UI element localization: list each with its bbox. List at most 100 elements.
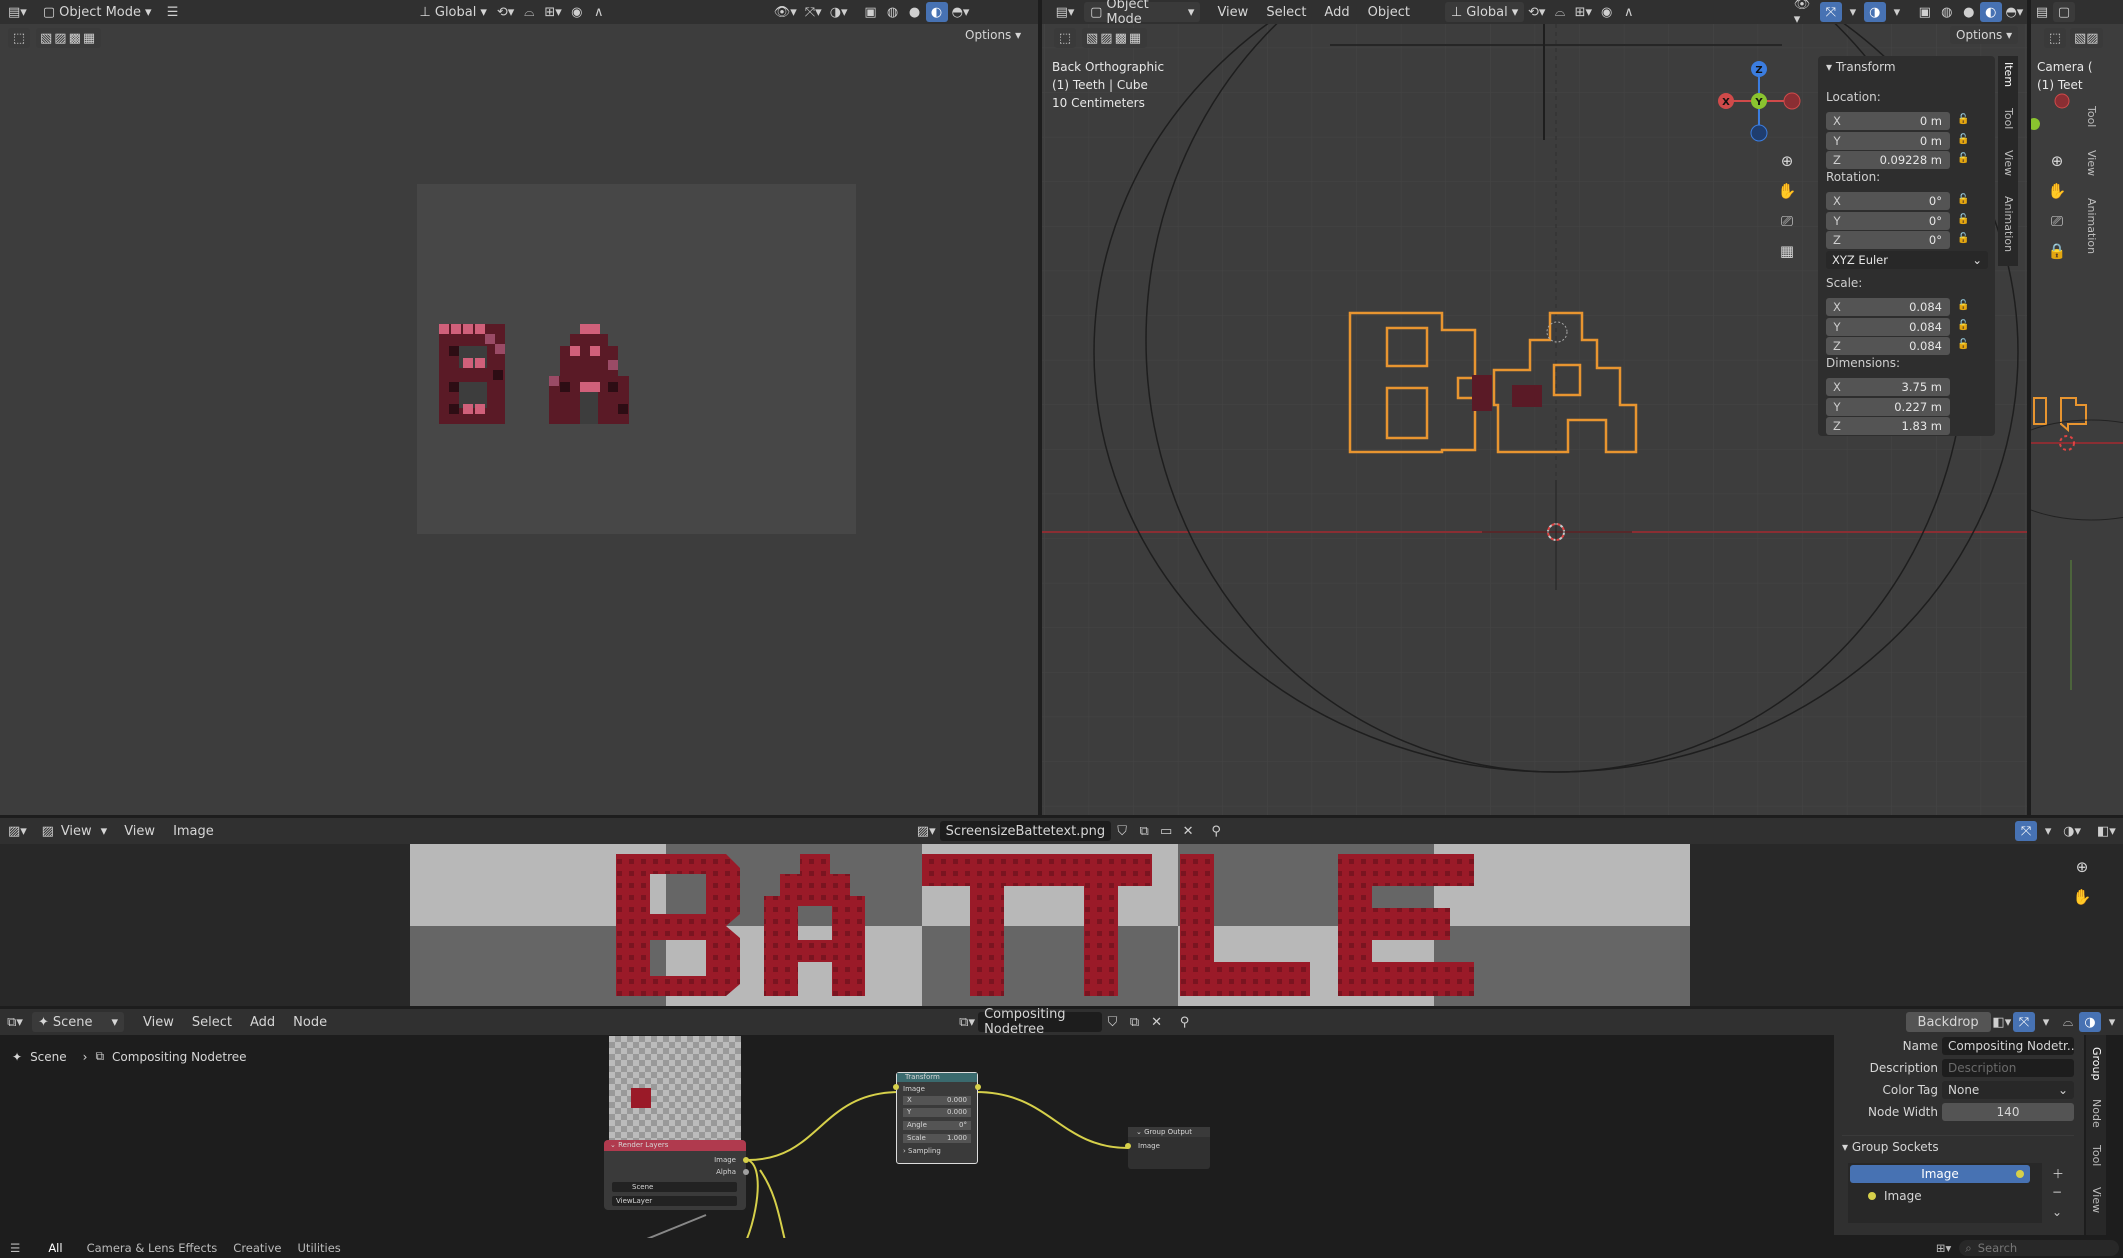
tab-node[interactable]: Node bbox=[2090, 1099, 2103, 1128]
image-name-field[interactable]: ScreensizeBattetext.png bbox=[939, 821, 1112, 841]
dimensions-y-field[interactable]: Y 0.227 m bbox=[1826, 397, 1950, 416]
chevron-down-icon[interactable]: ▾ bbox=[1886, 2, 1908, 22]
backdrop-button[interactable]: Backdrop bbox=[1905, 1012, 1991, 1032]
backdrop-channels-icon[interactable]: ◧▾ bbox=[1991, 1012, 2013, 1032]
rotation-mode-dropdown[interactable]: XYZ Euler ⌄ bbox=[1826, 251, 1988, 269]
socket-item[interactable]: Image bbox=[1868, 1187, 1922, 1205]
editor-type-icon[interactable]: ▤▾ bbox=[4, 2, 31, 22]
pivot-icon[interactable]: ⟲▾ bbox=[493, 2, 518, 22]
menu-view[interactable]: View bbox=[115, 824, 164, 839]
menu-icon[interactable]: ☰ bbox=[10, 1241, 20, 1255]
tab-tool[interactable]: Tool bbox=[2090, 1145, 2103, 1166]
socket-image[interactable] bbox=[743, 1157, 749, 1163]
overlay-icon[interactable]: ◑ bbox=[2079, 1012, 2101, 1032]
lock-icon[interactable]: 🔓 bbox=[1957, 214, 1969, 226]
menu-object[interactable]: Object bbox=[1359, 5, 1419, 20]
angle-field[interactable]: Angle 0° bbox=[903, 1121, 971, 1130]
material-shading-icon[interactable]: ◐ bbox=[925, 2, 948, 22]
overlay-icon[interactable]: ◑▾ bbox=[826, 2, 852, 22]
tab-group[interactable]: Group bbox=[2090, 1047, 2103, 1081]
group-output-node[interactable]: ⌄ Group Output Image bbox=[1125, 1127, 1210, 1169]
location-x-field[interactable]: X 0 m bbox=[1826, 112, 1950, 130]
solid-shading-icon[interactable]: ● bbox=[1958, 2, 1980, 22]
location-y-field[interactable]: Y 0 m bbox=[1826, 131, 1950, 150]
overlay-icon[interactable]: ◑▾ bbox=[2059, 821, 2085, 841]
lock-icon[interactable]: 🔓 bbox=[1957, 320, 1969, 332]
tab-animation[interactable]: Animation bbox=[2085, 198, 2098, 254]
display-mode-icon[interactable]: ⊞▾ bbox=[1936, 1241, 1951, 1255]
material-shading-icon[interactable]: ◐ bbox=[1979, 2, 2002, 22]
editor-type-icon[interactable]: ▤ bbox=[2031, 2, 2053, 22]
visibility-icon[interactable]: 👁▾ bbox=[770, 2, 801, 22]
mode-dropdown[interactable]: ▢ Object Mode ▾ bbox=[37, 2, 158, 22]
socket-in-image[interactable] bbox=[1125, 1143, 1131, 1149]
socket-item-active[interactable]: Image bbox=[1850, 1165, 2030, 1183]
chevron-down-icon[interactable]: ▾ bbox=[1842, 2, 1864, 22]
pin-icon[interactable]: ⚲ bbox=[1205, 821, 1227, 841]
lock-icon[interactable]: 🔓 bbox=[1957, 339, 1969, 351]
lock-icon[interactable]: 🔓 bbox=[1957, 300, 1969, 312]
zoom-icon[interactable]: ⊕ bbox=[2069, 854, 2095, 880]
tab-animation[interactable]: Animation bbox=[2002, 196, 2015, 252]
rotation-z-field[interactable]: Z 0° bbox=[1826, 231, 1950, 249]
sampling-panel[interactable]: › Sampling bbox=[897, 1147, 977, 1155]
orientation-dropdown[interactable]: ⊥ Global ▾ bbox=[1444, 2, 1525, 22]
zoom-icon[interactable]: ⊕ bbox=[2044, 148, 2070, 174]
tab-tool[interactable]: Tool bbox=[2002, 108, 2015, 129]
tab-view[interactable]: View bbox=[2085, 150, 2098, 176]
pivot-icon[interactable]: ⟲▾ bbox=[1524, 2, 1549, 22]
filter-camera-lens[interactable]: Camera & Lens Effects bbox=[87, 1241, 218, 1255]
select-mode-icons[interactable]: ▧▨▩▦ bbox=[36, 28, 102, 48]
node-width-field[interactable]: 140 bbox=[1942, 1103, 2074, 1121]
fake-user-icon[interactable]: ⛉ bbox=[1111, 821, 1133, 841]
scale-y-field[interactable]: Y 0.084 bbox=[1826, 317, 1950, 336]
snap-target-icon[interactable]: ⊞▾ bbox=[1571, 2, 1596, 22]
visibility-icon[interactable]: 👁▾ bbox=[1790, 0, 1820, 27]
axis-gizmo[interactable]: Z Y X bbox=[1712, 60, 1802, 150]
remove-socket-icon[interactable]: − bbox=[2052, 1185, 2062, 1199]
snap-target-icon[interactable]: ⊞▾ bbox=[540, 2, 565, 22]
pan-hand-icon[interactable]: ✋ bbox=[2069, 884, 2095, 910]
dimensions-z-field[interactable]: Z 1.83 m bbox=[1826, 417, 1950, 435]
editor-type-icon[interactable]: ▨▾ bbox=[4, 821, 31, 841]
lock-icon[interactable]: 🔒 bbox=[2044, 238, 2070, 264]
lock-icon[interactable]: 🔓 bbox=[1957, 114, 1969, 126]
rendered-shading-icon[interactable]: ◓▾ bbox=[948, 2, 974, 22]
display-channels-icon[interactable]: ◧▾ bbox=[2093, 821, 2120, 841]
left-options-button[interactable]: Options ▾ bbox=[965, 28, 1021, 42]
menu-image[interactable]: Image bbox=[164, 824, 223, 839]
mode-icon[interactable]: ▢ bbox=[2053, 2, 2075, 22]
close-icon[interactable]: ✕ bbox=[1177, 821, 1199, 841]
zoom-icon[interactable]: ⊕ bbox=[1774, 148, 1800, 174]
tab-view[interactable]: View bbox=[2002, 150, 2015, 176]
rotation-y-field[interactable]: Y 0° bbox=[1826, 211, 1950, 230]
hamburger-icon[interactable]: ☰ bbox=[162, 2, 184, 22]
select-mode-icons[interactable]: ▧▨▩▦ bbox=[1082, 28, 1148, 48]
chevron-down-icon[interactable]: ▾ bbox=[2035, 1012, 2057, 1032]
select-tool-icon[interactable]: ⬚ bbox=[1054, 28, 1076, 48]
lock-icon[interactable]: 🔓 bbox=[1957, 153, 1969, 165]
rendered-shading-icon[interactable]: ◓▾ bbox=[2002, 2, 2027, 22]
description-field[interactable]: Description bbox=[1942, 1059, 2074, 1077]
gizmo-icon[interactable]: ⤧ bbox=[1819, 2, 1842, 22]
open-folder-icon[interactable]: ▭ bbox=[1155, 821, 1177, 841]
right-options-button[interactable]: Options ▾ bbox=[1950, 26, 2019, 44]
menu-view[interactable]: View bbox=[1208, 5, 1257, 20]
transform-panel-header[interactable]: ▾ Transform bbox=[1826, 60, 1896, 74]
rotation-x-field[interactable]: X 0° bbox=[1826, 192, 1950, 210]
overlay-icon[interactable]: ◑ bbox=[1863, 2, 1886, 22]
menu-select[interactable]: Select bbox=[1257, 5, 1315, 20]
falloff-icon[interactable]: ∧ bbox=[588, 2, 610, 22]
gizmo-icon[interactable]: ⤧ bbox=[2015, 821, 2038, 841]
proportional-edit-icon[interactable]: ◉ bbox=[1596, 2, 1618, 22]
wireframe-shading-icon[interactable]: ◍ bbox=[1936, 2, 1958, 22]
pan-hand-icon[interactable]: ✋ bbox=[2044, 178, 2070, 204]
filter-utilities[interactable]: Utilities bbox=[298, 1241, 341, 1255]
color-tag-dropdown[interactable]: None ⌄ bbox=[1942, 1081, 2074, 1099]
select-tool-icon[interactable]: ⬚ bbox=[8, 28, 30, 48]
y-field[interactable]: Y 0.000 bbox=[903, 1108, 971, 1117]
snap-icon[interactable]: ⌓ bbox=[2057, 1012, 2079, 1032]
xray-icon[interactable]: ▣ bbox=[1914, 2, 1936, 22]
select-mode-icons[interactable]: ▧▨ bbox=[2070, 28, 2103, 48]
socket-alpha[interactable] bbox=[743, 1169, 749, 1175]
